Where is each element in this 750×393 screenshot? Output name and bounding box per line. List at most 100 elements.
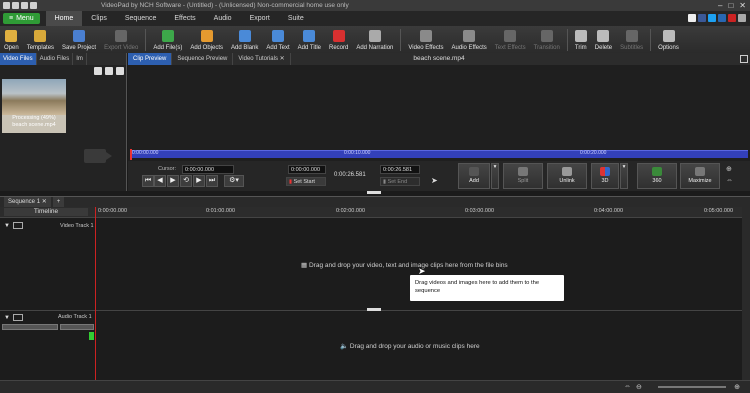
undo-icon[interactable]	[21, 2, 28, 9]
transition-button[interactable]: Transition	[530, 26, 564, 53]
speed-dial-button[interactable]: ⚙▾	[224, 175, 244, 187]
text-effects-button[interactable]: Text Effects	[491, 26, 530, 53]
timeline-ruler[interactable]: Timeline 0:00:00.000 0:01:00.000 0:02:00…	[0, 207, 750, 218]
text-effects-icon	[504, 30, 517, 42]
video-effects-button[interactable]: Video Effects	[404, 26, 447, 53]
options-button[interactable]: Options	[654, 26, 683, 53]
3d-dropdown-button[interactable]: ▾	[620, 163, 628, 189]
set-start-button[interactable]: ▮ Set Start	[286, 177, 326, 186]
3d-button[interactable]: 3D	[591, 163, 619, 189]
sequence-tab-bar: Sequence 1 ✕ +	[0, 196, 750, 207]
tab-sequence-1[interactable]: Sequence 1 ✕	[4, 197, 51, 207]
set-end-button[interactable]: ▮ Set End	[380, 177, 420, 186]
tab-image-files[interactable]: Im	[73, 53, 87, 65]
add-to-sequence-button[interactable]: Add	[458, 163, 490, 189]
video-track[interactable]: ▼ Video Track 1 ▦ Drag and drop your vid…	[0, 218, 742, 311]
bin-folder-icon[interactable]	[105, 67, 113, 75]
timeline-zoom-slider[interactable]	[658, 386, 726, 388]
tab-effects[interactable]: Effects	[165, 11, 204, 26]
fit-icon[interactable]: ⇔	[726, 177, 733, 184]
panel-splitter-handle[interactable]	[367, 191, 381, 194]
go-end-button[interactable]: ⏭	[206, 175, 218, 187]
audio-track[interactable]: ▼ Audio Track 1 🔈 Drag and drop your aud…	[0, 312, 742, 380]
end-time-field[interactable]: 0:00:26.581	[380, 165, 420, 174]
play-button[interactable]: ▶	[167, 175, 179, 187]
toolbar-label: Text Effects	[494, 45, 526, 51]
redo-icon[interactable]	[30, 2, 37, 9]
social-links	[688, 14, 746, 22]
split-button[interactable]: Split	[503, 163, 543, 189]
export-video-icon	[115, 30, 128, 42]
expand-icon[interactable]	[740, 55, 748, 63]
toolbar-label: Record	[329, 45, 349, 51]
minimize-button[interactable]: –	[718, 1, 722, 10]
close-button[interactable]: ✕	[739, 1, 746, 10]
zoom-out-icon[interactable]: ⊖	[636, 383, 642, 391]
add-title-button[interactable]: Add Title	[294, 26, 325, 53]
scissors-icon	[518, 167, 528, 176]
facebook-icon[interactable]	[698, 14, 706, 22]
audio-effects-button[interactable]: Audio Effects	[448, 26, 491, 53]
zoom-in-timeline-icon[interactable]: ⊕	[734, 383, 740, 391]
tab-suite[interactable]: Suite	[279, 11, 313, 26]
cursor-time-field[interactable]: 0:00:00.000	[182, 165, 234, 174]
templates-button[interactable]: Templates	[23, 26, 58, 53]
linkedin-icon[interactable]	[718, 14, 726, 22]
audio-volume-fader[interactable]	[2, 324, 58, 330]
trim-button[interactable]: Trim	[571, 26, 591, 53]
subtitles-button[interactable]: Subtitles	[616, 26, 647, 53]
zoom-in-icon[interactable]: ⊕	[726, 165, 732, 173]
youtube-icon[interactable]	[728, 14, 736, 22]
toolbar-label: Add Narration	[356, 45, 394, 51]
add-text-button[interactable]: Add Text	[262, 26, 293, 53]
bin-view-icon[interactable]	[116, 67, 124, 75]
export-video-button[interactable]: Export Video	[100, 26, 142, 53]
go-start-button[interactable]: ⏮	[142, 175, 154, 187]
timeline-playhead[interactable]	[95, 207, 96, 380]
add-objects-button[interactable]: Add Objects	[186, 26, 227, 53]
tab-audio-files[interactable]: Audio Files	[37, 53, 74, 65]
clip-scrubber[interactable]: 0:00:00.000 0:00:10.000 0:00:20.000	[130, 149, 748, 160]
timeline-vertical-scrollbar[interactable]	[742, 207, 750, 380]
add-sequence-button[interactable]: +	[52, 197, 65, 207]
toolbar-label: Add Blank	[231, 45, 259, 51]
clip-thumbnail[interactable]: Processing (49%) beach scene.mp4	[2, 79, 66, 133]
share-icon[interactable]	[738, 14, 746, 22]
save-project-button[interactable]: Save Project	[58, 26, 100, 53]
menu-button[interactable]: ≡ Menu	[3, 13, 40, 24]
audio-pan-fader[interactable]	[60, 324, 94, 330]
help-icon[interactable]	[688, 14, 696, 22]
new-icon[interactable]	[3, 2, 10, 9]
loop-button[interactable]: ⟲	[180, 175, 192, 187]
record-button[interactable]: Record	[325, 26, 352, 53]
step-forward-button[interactable]: ▶	[193, 175, 205, 187]
track-splitter-handle[interactable]	[367, 308, 381, 311]
unlink-button[interactable]: Unlink	[547, 163, 587, 189]
tab-clips[interactable]: Clips	[82, 11, 116, 26]
add-blank-button[interactable]: Add Blank	[227, 26, 262, 53]
maximize-button[interactable]: □	[728, 1, 733, 10]
tab-sequence[interactable]: Sequence	[116, 11, 166, 26]
collapse-video-track-icon[interactable]: ▼	[4, 223, 10, 229]
delete-button[interactable]: Delete	[591, 26, 616, 53]
start-time-field[interactable]: 0:00:00.000	[288, 165, 326, 174]
add-dropdown-button[interactable]: ▾	[491, 163, 499, 189]
add-narration-button[interactable]: Add Narration	[352, 26, 397, 53]
twitter-icon[interactable]	[708, 14, 716, 22]
tab-video-files[interactable]: Video Files	[0, 53, 37, 65]
collapse-audio-track-icon[interactable]: ▼	[4, 315, 10, 321]
save-icon[interactable]	[12, 2, 19, 9]
fit-timeline-icon[interactable]: ⇔	[624, 383, 631, 390]
toolbar-separator	[650, 29, 652, 51]
delete-bin-icon[interactable]	[94, 67, 102, 75]
tab-home[interactable]: Home	[45, 11, 83, 26]
tab-export[interactable]: Export	[241, 11, 279, 26]
add-file-icon	[161, 30, 174, 42]
add-file-s-button[interactable]: Add File(s)	[149, 26, 186, 53]
open-button[interactable]: Open	[0, 26, 23, 53]
360-button[interactable]: 360	[637, 163, 677, 189]
maximize-preview-button[interactable]: Maximize	[680, 163, 720, 189]
step-back-button[interactable]: ◀	[154, 175, 166, 187]
add-label: Add	[469, 178, 479, 184]
tab-audio[interactable]: Audio	[205, 11, 241, 26]
